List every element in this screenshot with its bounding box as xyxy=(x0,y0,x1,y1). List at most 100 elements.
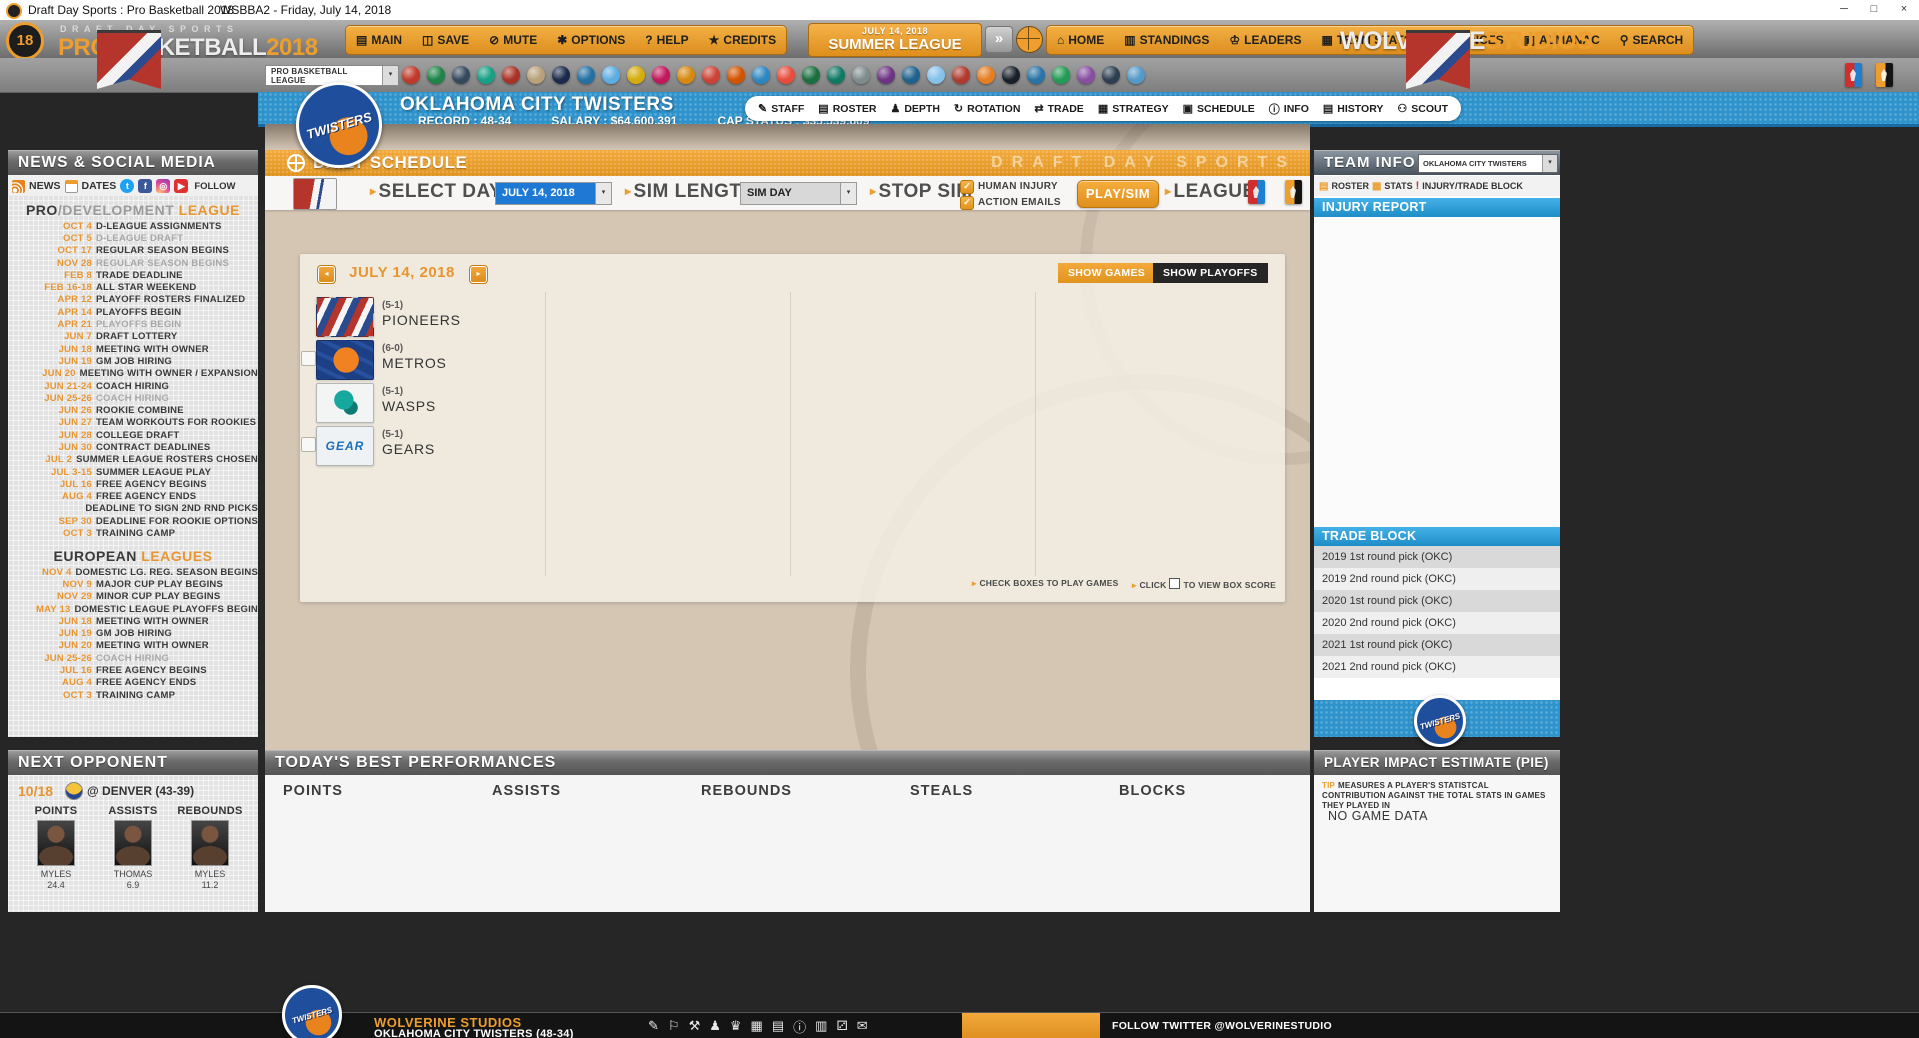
next-day-button[interactable]: ▸ xyxy=(470,266,487,283)
team-logo-icon[interactable] xyxy=(1052,66,1070,84)
team-logo-icon[interactable] xyxy=(677,66,695,84)
maximize-button[interactable]: □ xyxy=(1859,0,1889,20)
team-menu-button[interactable]: ⓘINFO xyxy=(1262,101,1316,117)
team-menu-button[interactable]: ⚇SCOUT xyxy=(1390,102,1455,115)
chevron-down-icon[interactable]: ▾ xyxy=(840,183,856,204)
menu-button[interactable]: ⊘MUTE xyxy=(479,26,547,54)
footer-tool-icon[interactable]: ⚂ xyxy=(836,1018,847,1034)
team-menu-button[interactable]: ⇄TRADE xyxy=(1027,102,1090,115)
sim-length-dropdown[interactable]: SIM DAY ▾ xyxy=(740,182,857,205)
team-logo-icon[interactable] xyxy=(1127,66,1145,84)
menu-button[interactable]: ♔LEADERS xyxy=(1219,26,1311,54)
team-logo-icon[interactable] xyxy=(502,66,520,84)
league-badge-icon[interactable] xyxy=(1876,63,1893,87)
team-logo-icon[interactable] xyxy=(402,66,420,84)
team-logo-icon[interactable] xyxy=(877,66,895,84)
team-logo-icon[interactable] xyxy=(1027,66,1045,84)
menu-button[interactable]: ★CREDITS xyxy=(699,26,786,54)
game-team-row[interactable]: GEAR (5-1) GEARS xyxy=(310,424,540,467)
footer-tool-icon[interactable]: ⓘ xyxy=(793,1017,806,1036)
game-team-row[interactable]: (6-0) METROS xyxy=(310,338,540,381)
trade-block-pick[interactable]: 2020 2nd round pick (OKC) xyxy=(1314,612,1560,634)
team-logo-icon[interactable] xyxy=(727,66,745,84)
stop-sim-button[interactable]: ▸STOP SIM xyxy=(870,181,973,203)
previous-day-button[interactable]: ◂ xyxy=(318,266,335,283)
chevron-down-icon[interactable]: ▾ xyxy=(595,183,611,204)
phase-indicator[interactable]: JULY 14, 2018 SUMMER LEAGUE xyxy=(808,23,982,57)
team-menu-button[interactable]: ▤ROSTER xyxy=(811,102,883,115)
team-logo-icon[interactable] xyxy=(952,66,970,84)
team-menu-button[interactable]: ↻ROTATION xyxy=(947,102,1028,115)
instagram-icon[interactable]: ◎ xyxy=(156,179,170,193)
team-logo-icon[interactable] xyxy=(827,66,845,84)
footer-tool-icon[interactable]: ♟ xyxy=(709,1018,721,1034)
show-playoffs-button[interactable]: SHOW PLAYOFFS xyxy=(1153,263,1268,283)
footer-tool-icon[interactable]: ✉ xyxy=(857,1018,868,1034)
menu-button[interactable]: ?HELP xyxy=(635,26,698,54)
team-logo-icon[interactable] xyxy=(927,66,945,84)
menu-button[interactable]: ⌂HOME xyxy=(1047,26,1114,54)
tab-roster[interactable]: ROSTER xyxy=(1331,181,1369,191)
menu-button[interactable]: ▥STANDINGS xyxy=(1114,26,1219,54)
team-menu-button[interactable]: ♟DEPTH xyxy=(883,102,946,115)
team-logo-icon[interactable] xyxy=(552,66,570,84)
tab-news[interactable]: NEWS xyxy=(29,180,61,192)
team-menu-button[interactable]: ▣SCHEDULE xyxy=(1176,102,1262,115)
team-logo-icon[interactable] xyxy=(427,66,445,84)
league-badge-icon[interactable] xyxy=(1285,180,1302,204)
trade-block-pick[interactable]: 2020 1st round pick (OKC) xyxy=(1314,590,1560,612)
team-logo-icon[interactable] xyxy=(852,66,870,84)
footer-twitter[interactable]: FOLLOW TWITTER @WOLVERINESTUDIO xyxy=(1112,1013,1332,1038)
game-team-row[interactable]: (5-1) WASPS xyxy=(310,381,540,424)
team-logo-icon[interactable] xyxy=(752,66,770,84)
minimize-button[interactable]: ─ xyxy=(1829,0,1859,20)
facebook-icon[interactable]: f xyxy=(138,179,152,193)
league-badge-icon[interactable] xyxy=(1248,180,1265,204)
footer-tool-icon[interactable]: ⚒ xyxy=(689,1018,701,1034)
team-logo-icon[interactable] xyxy=(702,66,720,84)
play-sim-button[interactable]: PLAY/SIM xyxy=(1077,180,1159,208)
select-day-dropdown[interactable]: JULY 14, 2018 ▾ xyxy=(495,182,612,205)
trade-block-pick[interactable]: 2021 1st round pick (OKC) xyxy=(1314,634,1560,656)
team-logo-icon[interactable] xyxy=(527,66,545,84)
tab-injury-trade-block[interactable]: INJURY/TRADE BLOCK xyxy=(1422,181,1523,191)
chevron-down-icon[interactable]: ▾ xyxy=(382,66,398,85)
checkbox-checked-icon[interactable]: ✓ xyxy=(960,196,974,210)
menu-button[interactable]: ◫SAVE xyxy=(412,26,479,54)
team-logo-icon[interactable] xyxy=(777,66,795,84)
team-logo-icon[interactable] xyxy=(477,66,495,84)
fast-forward-button[interactable]: » xyxy=(985,26,1013,53)
game-team-row[interactable]: (5-1) PIONEERS xyxy=(310,295,540,338)
tab-dates[interactable]: DATES xyxy=(82,180,117,192)
follow-label[interactable]: FOLLOW xyxy=(194,181,235,192)
team-logo-icon[interactable] xyxy=(977,66,995,84)
team-logo-icon[interactable] xyxy=(652,66,670,84)
human-injury-option[interactable]: ✓ HUMAN INJURY xyxy=(960,179,1061,194)
close-button[interactable]: × xyxy=(1889,0,1919,20)
team-logo-icon[interactable] xyxy=(1102,66,1120,84)
trade-block-pick[interactable]: 2019 2nd round pick (OKC) xyxy=(1314,568,1560,590)
team-menu-button[interactable]: ▦STRATEGY xyxy=(1091,102,1176,115)
youtube-icon[interactable]: ▶ xyxy=(174,179,188,193)
footer-tool-icon[interactable]: ▦ xyxy=(751,1018,763,1034)
menu-button[interactable]: ✱OPTIONS xyxy=(547,26,635,54)
menu-button[interactable]: ▤MAIN xyxy=(346,26,412,54)
team-logo-icon[interactable] xyxy=(627,66,645,84)
chevron-down-icon[interactable]: ▾ xyxy=(1542,155,1557,172)
footer-tool-icon[interactable]: ⚐ xyxy=(668,1018,680,1034)
show-games-button[interactable]: SHOW GAMES xyxy=(1058,263,1155,283)
footer-tool-icon[interactable]: ▥ xyxy=(815,1018,827,1034)
checkbox-checked-icon[interactable]: ✓ xyxy=(960,180,974,194)
team-logo-icon[interactable] xyxy=(1002,66,1020,84)
footer-tool-icon[interactable]: ✎ xyxy=(648,1018,659,1034)
footer-tool-icon[interactable]: ♛ xyxy=(730,1018,742,1034)
team-logo-icon[interactable] xyxy=(1077,66,1095,84)
team-logo-icon[interactable] xyxy=(577,66,595,84)
menu-button[interactable]: ⚲SEARCH xyxy=(1610,26,1693,54)
team-menu-button[interactable]: ✎STAFF xyxy=(751,102,811,115)
footer-tool-icon[interactable]: ▤ xyxy=(772,1018,784,1034)
team-selector[interactable]: OKLAHOMA CITY TWISTERS ▾ xyxy=(1418,154,1558,173)
trade-block-pick[interactable]: 2021 2nd round pick (OKC) xyxy=(1314,656,1560,678)
action-emails-option[interactable]: ✓ ACTION EMAILS xyxy=(960,195,1061,210)
trade-block-pick[interactable]: 2019 1st round pick (OKC) xyxy=(1314,546,1560,568)
